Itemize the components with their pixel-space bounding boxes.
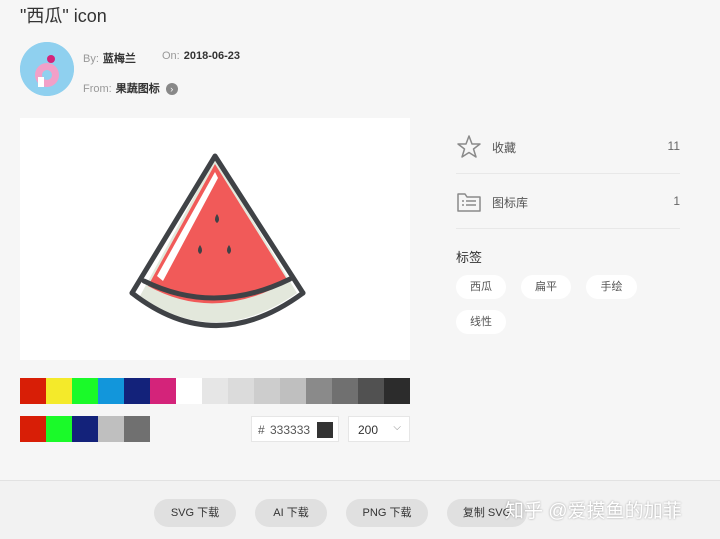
avatar[interactable] xyxy=(20,42,74,96)
color-swatch[interactable] xyxy=(20,416,46,442)
tags-heading: 标签 xyxy=(456,250,483,265)
chevron-right-icon[interactable]: › xyxy=(165,83,178,96)
color-swatch[interactable] xyxy=(150,378,176,404)
page-title: "西瓜" icon xyxy=(20,6,107,26)
chevron-down-icon: ⌵ xyxy=(393,422,401,433)
color-swatch[interactable] xyxy=(72,378,98,404)
color-swatch[interactable] xyxy=(176,378,202,404)
tag-chip[interactable]: 线性 xyxy=(456,310,506,334)
author-line: By: 蓝梅兰 xyxy=(83,50,136,66)
color-swatch[interactable] xyxy=(46,416,72,442)
library-count: 1 xyxy=(673,194,680,208)
color-swatch[interactable] xyxy=(280,378,306,404)
color-swatch[interactable] xyxy=(124,416,150,442)
hash-symbol: # xyxy=(258,423,265,437)
folder-list-icon xyxy=(457,193,481,212)
color-swatch[interactable] xyxy=(46,378,72,404)
by-label: By: xyxy=(83,53,99,65)
publish-date: 2018-06-23 xyxy=(183,50,241,62)
icon-preview xyxy=(20,118,410,360)
source-line[interactable]: From: 果蔬图标 › xyxy=(83,80,178,96)
color-swatch[interactable] xyxy=(228,378,254,404)
color-swatch[interactable] xyxy=(20,378,46,404)
on-label: On: xyxy=(162,50,180,62)
color-swatch[interactable] xyxy=(124,378,150,404)
watermelon-icon xyxy=(129,153,306,328)
color-swatch[interactable] xyxy=(384,378,410,404)
tag-chip[interactable]: 扁平 xyxy=(521,275,571,299)
color-swatch[interactable] xyxy=(306,378,332,404)
color-swatch[interactable] xyxy=(358,378,384,404)
tag-chip[interactable]: 西瓜 xyxy=(456,275,506,299)
watermark-text: 知乎 @爱摸鱼的加菲 xyxy=(505,501,682,522)
color-swatch[interactable] xyxy=(72,416,98,442)
color-swatch[interactable] xyxy=(254,378,280,404)
size-value: 200 xyxy=(358,423,379,437)
source-name[interactable]: 果蔬图标 xyxy=(116,83,160,95)
favorite-label: 收藏 xyxy=(492,141,517,155)
star-icon xyxy=(457,135,481,158)
from-label: From: xyxy=(83,83,112,95)
author-name[interactable]: 蓝梅兰 xyxy=(103,53,136,65)
size-select[interactable]: 200 ⌵ xyxy=(348,416,410,442)
svg-download-button[interactable]: SVG 下载 xyxy=(154,499,236,527)
current-color-chip[interactable] xyxy=(317,422,333,438)
library-label: 图标库 xyxy=(492,196,529,210)
color-swatch[interactable] xyxy=(202,378,228,404)
favorite-count: 11 xyxy=(667,139,680,153)
date-line: On: 2018-06-23 xyxy=(162,50,240,62)
library-stat[interactable]: 图标库 1 xyxy=(456,174,680,229)
tag-chip[interactable]: 手绘 xyxy=(586,275,637,299)
favorite-stat[interactable]: 收藏 11 xyxy=(456,119,680,174)
color-swatch[interactable] xyxy=(98,416,124,442)
png-download-button[interactable]: PNG 下载 xyxy=(346,499,428,527)
hex-value[interactable]: 333333 xyxy=(270,423,310,437)
color-hex-input[interactable]: # 333333 xyxy=(251,416,339,442)
color-swatch[interactable] xyxy=(332,378,358,404)
ai-download-button[interactable]: AI 下载 xyxy=(255,499,327,527)
color-swatch[interactable] xyxy=(98,378,124,404)
